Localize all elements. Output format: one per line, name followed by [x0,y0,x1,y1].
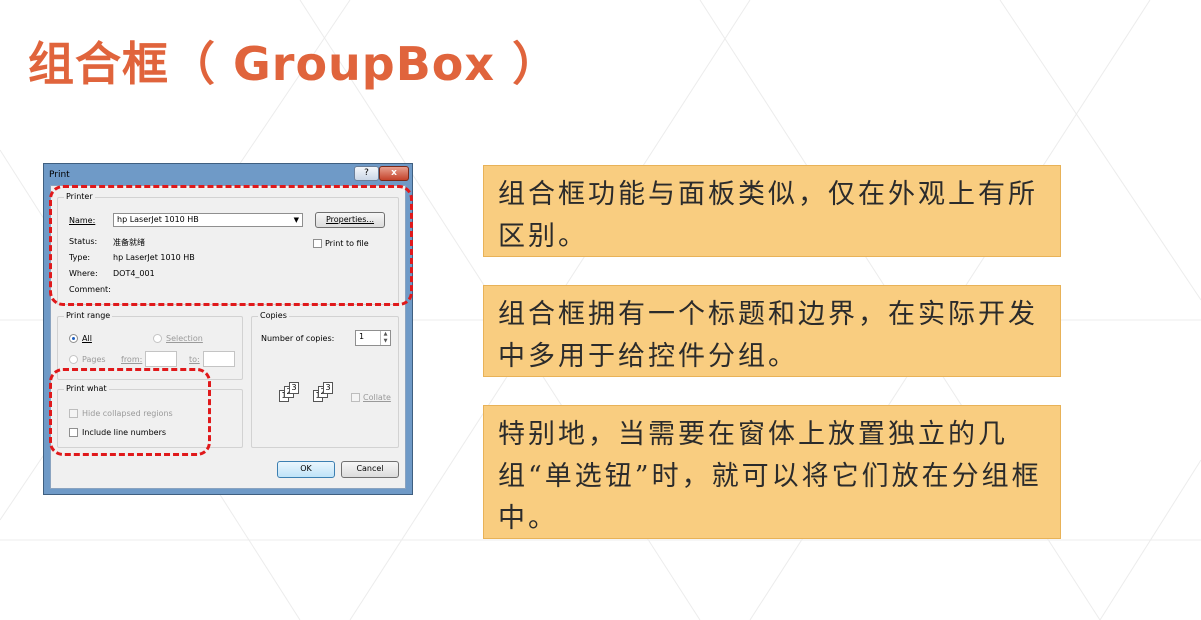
selection-label: Selection [166,334,203,343]
note-1: 组合框功能与面板类似，仅在外观上有所区别。 [483,165,1061,257]
number-of-copies-label: Number of copies: [261,334,335,343]
collate-label: Collate [363,393,391,402]
copies-stepper[interactable]: 1 ▲ ▼ [355,330,391,346]
pages-radio[interactable] [69,355,78,364]
all-label: All [82,334,92,343]
spin-arrows-icon[interactable]: ▲ ▼ [380,331,390,345]
printer-group-highlight [49,185,413,306]
close-button[interactable]: x [379,166,409,181]
from-input[interactable] [145,351,177,367]
note-3: 特别地，当需要在窗体上放置独立的几组“单选钮”时，就可以将它们放在分组框中。 [483,405,1061,539]
dialog-title: Print [49,170,70,180]
to-input[interactable] [203,351,235,367]
copies-caption: Copies [258,311,289,320]
from-label: from: [121,355,143,364]
collate-page-3: 3 [289,382,299,394]
cancel-button[interactable]: Cancel [341,461,399,478]
note-2: 组合框拥有一个标题和边界，在实际开发中多用于给控件分组。 [483,285,1061,377]
slide-title: 组合框（ GroupBox ） [28,37,560,91]
to-label: to: [189,355,200,364]
copies-value: 1 [359,332,365,341]
selection-radio[interactable] [153,334,162,343]
print-dialog: Print ? x Printer Name: hp LaserJet 1010… [43,163,413,495]
pages-label: Pages [82,355,106,364]
collate-page-3b: 3 [323,382,333,394]
print-what-group-highlight [49,368,211,456]
collate-checkbox[interactable] [351,393,360,402]
all-radio[interactable] [69,334,78,343]
help-button[interactable]: ? [354,166,379,181]
print-range-caption: Print range [64,311,113,320]
ok-button[interactable]: OK [277,461,335,478]
